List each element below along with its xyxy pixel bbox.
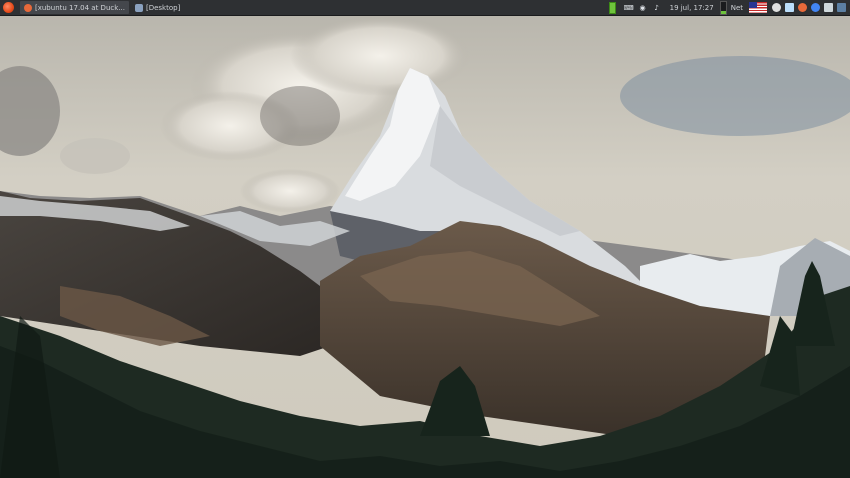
- top-panel: [xubuntu 17.04 at Duck... [Desktop] ⌨ ◉ …: [0, 0, 850, 16]
- taskbar-item-desktop[interactable]: [Desktop]: [131, 1, 184, 14]
- display-icon[interactable]: [837, 3, 846, 12]
- user-icon[interactable]: [824, 3, 833, 12]
- battery-icon[interactable]: [608, 1, 616, 14]
- wifi-icon[interactable]: ◉: [638, 3, 648, 13]
- firefox-icon: [24, 3, 32, 12]
- clock[interactable]: 19 jul, 17:27: [670, 4, 714, 12]
- desktop-icon: [134, 3, 143, 12]
- keyboard-icon[interactable]: ⌨: [624, 3, 634, 13]
- taskbar-item-browser[interactable]: [xubuntu 17.04 at Duck...: [20, 1, 129, 14]
- system-tray: ⌨ ◉ ♪ 19 jul, 17:27 Net: [608, 0, 850, 15]
- cpu-graph-icon[interactable]: [719, 0, 727, 15]
- xubuntu-logo-icon: [3, 2, 14, 13]
- flag-us-icon[interactable]: [749, 2, 767, 13]
- volume-icon[interactable]: ♪: [652, 3, 662, 13]
- desktop-wallpaper: [0, 16, 850, 478]
- settings-icon[interactable]: [772, 3, 781, 12]
- applications-menu-button[interactable]: [0, 0, 20, 15]
- taskbar-item-label: [Desktop]: [145, 3, 181, 12]
- chrome-icon[interactable]: [811, 3, 820, 12]
- taskbar-item-label: [xubuntu 17.04 at Duck...: [35, 3, 125, 12]
- network-label[interactable]: Net: [731, 4, 743, 12]
- blue-sky-patch: [620, 56, 850, 136]
- firefox-icon[interactable]: [798, 3, 807, 12]
- mail-icon[interactable]: [785, 3, 794, 12]
